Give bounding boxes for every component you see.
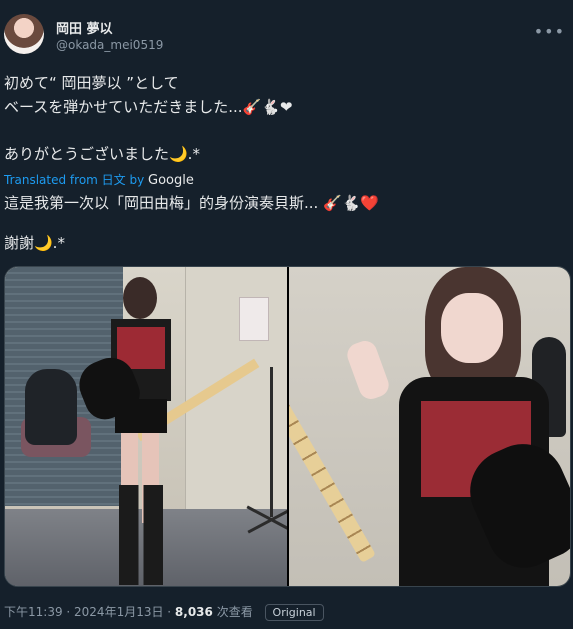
media-gallery — [4, 266, 571, 587]
photo-1-girl-boots — [119, 485, 163, 585]
photo-1-girl-head — [123, 277, 157, 319]
more-icon[interactable]: ••• — [534, 22, 565, 41]
google-brand: Google — [148, 173, 194, 188]
post-text-zh-line2: 謝謝🌙.* — [4, 234, 65, 252]
photo-2[interactable] — [288, 267, 570, 586]
post-text-jp-line3: ありがとうございました🌙.* — [4, 145, 200, 163]
photo-2-hand — [343, 337, 392, 403]
photo-1-background-person — [25, 369, 77, 445]
views-count: 8,036 — [174, 605, 213, 619]
author-name[interactable]: 岡田 夢以 — [56, 18, 113, 37]
avatar[interactable] — [4, 14, 44, 54]
photo-1-girl-skirt — [115, 399, 167, 433]
timestamp[interactable]: 下午11:39 · 2024年1月13日 · — [4, 605, 175, 619]
photo-1-tripod — [269, 367, 273, 517]
photo-1-poster — [238, 297, 269, 341]
post-text-jp-line1: 初めて“ 岡田夢以 ”として — [4, 74, 179, 92]
post-text-jp-line2: ベースを弾かせていただきました...🎸🐇❤ — [4, 98, 293, 116]
translated-from-text[interactable]: Translated from 日文 by — [4, 173, 148, 187]
translation-note: Translated from 日文 by Google — [4, 171, 194, 188]
author-handle[interactable]: @okada_mei0519 — [56, 38, 163, 52]
post-meta: 下午11:39 · 2024年1月13日 · 8,036 次查看 Origina… — [4, 603, 324, 621]
photo-1[interactable] — [5, 267, 287, 586]
original-button[interactable]: Original — [264, 604, 324, 621]
views-label: 次查看 — [212, 605, 253, 619]
post-text-zh-line1: 這是我第一次以「岡田由梅」的身份演奏貝斯... 🎸🐇❤️ — [4, 194, 380, 212]
